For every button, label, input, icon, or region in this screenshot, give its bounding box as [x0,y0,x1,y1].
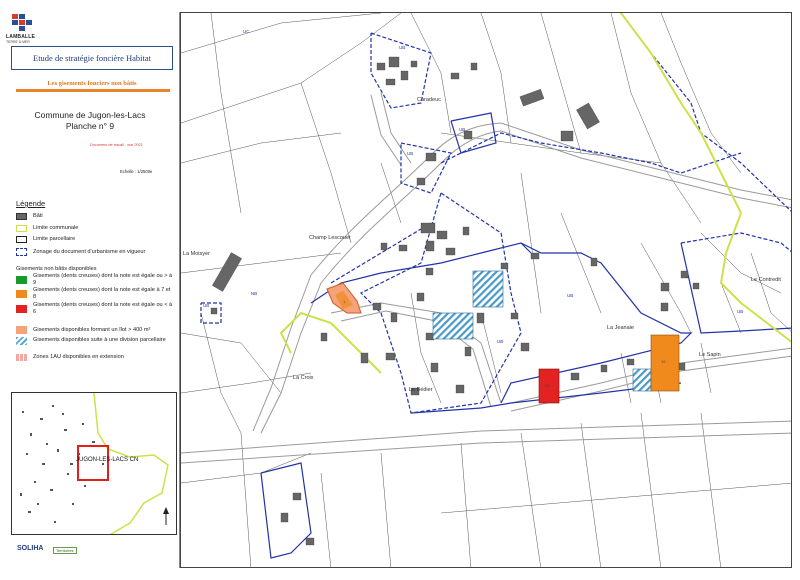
place-le-contredit: Le Contredit [751,277,781,283]
logo-sub: TERRE & MER [6,40,30,44]
legend-swatch-green [16,276,27,284]
legend-label-limite-parcellaire: Limite parcellaire [33,236,76,242]
zone-label: UB [407,151,413,156]
legend-swatch-zonage [16,248,27,256]
inset-buildings [20,405,104,523]
place-la-moisyer: La Moisyer [183,251,210,257]
gisement-label-red: 20 [545,384,549,388]
legend-swatch-1au [16,354,27,361]
map-svg: 1 20 10 UC UB UB UB UB UB UB NB UB Carad… [181,13,791,567]
place-le-sapin: Le Sapin [699,352,721,358]
legend-swatch-red [16,305,27,313]
zone-label: UB [399,45,405,50]
commune-title: Commune de Jugon-les-Lacs Planche n° 9 [10,110,170,132]
inset-label: JUGON-LES-LACS CN [76,457,138,463]
zone-label: UC [243,29,250,34]
zone-label: UB [459,127,465,132]
gisement-label-ilot: 1 [343,300,345,304]
legend-label-zonage: Zonage du document d'urbanisme en vigueu… [33,249,146,255]
document-note: Document de travail - mai 2021 [90,143,143,147]
buildings-bati [210,56,700,546]
zonage-solid [260,112,791,559]
zone-label: NB [251,291,257,296]
place-le-bedier: Le Bédier [409,387,433,393]
scale-label: Echelle : 1/2500e [120,169,153,174]
legend-swatch-orange [16,290,27,298]
legend-swatch-division [16,337,27,345]
orange-divider [16,89,170,92]
zone-label: UB [567,293,573,298]
soliha-logo: SOLIHA [17,545,44,552]
inset-map-svg: JUGON-LES-LACS CN [20,393,169,534]
gisement-division-west [432,312,474,340]
gisements: 1 20 10 [326,270,680,404]
planche-number: Planche n° 9 [65,121,115,131]
legend-label-limite-communale: Limite communale [33,225,79,231]
zone-label: UB [203,303,209,308]
legend-sidebar: LAMBALLE TERRE & MER Etude de stratégie … [0,0,180,580]
gisement-division-north [472,270,504,308]
limite-communale-west [279,311,382,374]
legend-label-red: Gisements (dents creuses) dont la note e… [33,302,173,315]
legend-swatch-ilot [16,326,27,334]
gisement-label-orange-right: 10 [661,360,665,364]
cadastral-map: 1 20 10 UC UB UB UB UB UB UB NB UB Carad… [180,12,792,568]
place-caradeuc: Caradeuc [417,97,441,103]
zone-label: UB [737,309,743,314]
gisement-division-east [632,368,652,392]
legend-title: Légende [16,199,46,208]
legend-label-orange: Gisements (dents creuses) dont la note e… [33,287,171,300]
place-champ-lescouet: Champ Lescouet [309,235,351,241]
legend-section-gisements: Gisements non bâtis disponibles [16,266,97,272]
legend-label-green: Gisements (dents creuses) dont la note e… [33,273,173,286]
legend-swatch-limite-communale [16,225,27,232]
legend-label-ilot: Gisements disponibles formant un îlot > … [33,327,151,333]
legend-label-bati: Bâti [33,213,43,219]
legend-label-division: Gisements disponibles suite à une divisi… [33,337,166,343]
place-la-jeanaie: La Jeanaie [607,325,634,331]
zone-label: UB [497,339,503,344]
study-title: Etude de stratégie foncière Habitat [11,46,173,70]
commune-name: Commune de Jugon-les-Lacs [34,110,146,120]
legend-swatch-limite-parcellaire [16,236,27,243]
legend-swatch-bati [16,213,27,220]
legend-label-1au: Zones 1AU disponibles en extension [33,354,124,360]
place-la-croix: La Croix [293,375,314,381]
inset-locator-map: JUGON-LES-LACS CN [11,392,177,535]
study-subtitle: Les gisements fonciers non bâtis [47,80,137,87]
territoires-logo: Territoires [53,547,77,554]
north-arrow-icon [163,507,169,525]
